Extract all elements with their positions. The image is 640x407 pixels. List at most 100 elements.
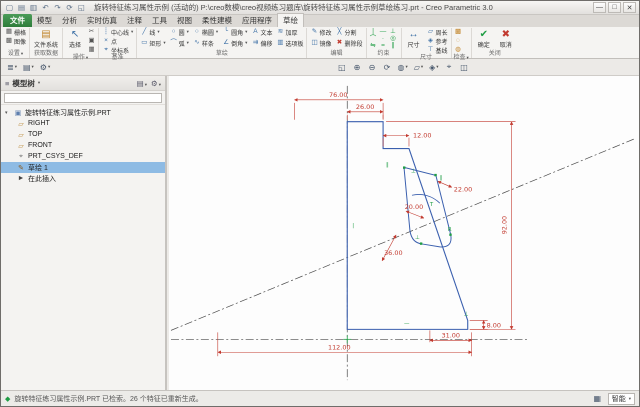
perimeter-dimension-button[interactable]: ▱ 周长 [426, 28, 449, 37]
redo-icon[interactable]: ↷ [52, 2, 63, 13]
dim-76[interactable]: 76.00 [329, 91, 348, 99]
csys-button[interactable]: ⌖ 坐标系 [101, 46, 134, 55]
tab-file[interactable]: 文件 [3, 14, 32, 27]
divide-button[interactable]: ╳ 分割 [334, 28, 363, 37]
spin-center-icon[interactable]: ⌖ [443, 61, 456, 74]
palette-button[interactable]: ▥ 选项板 [275, 39, 304, 48]
tab-annotate[interactable]: 注释 [122, 14, 147, 27]
repaint-icon[interactable]: ⟳ [380, 61, 393, 74]
open-ends-button[interactable]: ◌ [454, 37, 463, 45]
zoom-in-icon[interactable]: ⊕ [350, 61, 363, 74]
chamfer-button[interactable]: ∠ 倒角 ▾ [221, 39, 248, 48]
baseline-dimension-button[interactable]: ⊤ 基线 [426, 46, 449, 55]
open-file-icon[interactable]: ▤ [16, 2, 27, 13]
tree-item-sketch[interactable]: ✎ 草绘 1 [1, 162, 165, 173]
expander-icon[interactable]: ▾ [5, 110, 11, 116]
offset-button[interactable]: ⇉ 偏移 [250, 39, 273, 48]
tree-item-right[interactable]: ▱ RIGHT [1, 118, 165, 129]
reference-dimension-button[interactable]: ◈ 参考 [426, 37, 449, 46]
dim-8[interactable]: 8.00 [487, 321, 501, 329]
delete-segment-button[interactable]: ✖ 删除段 [334, 39, 363, 48]
tab-analysis[interactable]: 分析 [57, 14, 82, 27]
dim-22[interactable]: 22.00 [454, 185, 473, 193]
vertex-marker[interactable] [449, 233, 452, 236]
constraint-symbol[interactable]: — [404, 320, 410, 326]
ellipse-button[interactable]: ○ 椭圆 ▾ [192, 28, 219, 37]
dim-36[interactable]: 36.00 [384, 249, 403, 257]
refit-icon[interactable]: ◱ [335, 61, 348, 74]
modify-button[interactable]: ✎ 修改 [309, 28, 332, 37]
tree-item-csys[interactable]: ⌖ PRT_CSYS_DEF [1, 151, 165, 162]
fillet-button[interactable]: ╰ 圆角 ▾ [221, 28, 248, 37]
dim-12[interactable]: 12.00 [413, 132, 432, 140]
tab-flexible-modeling[interactable]: 柔性建模 [197, 14, 237, 27]
view-manager-icon[interactable]: ◫ [458, 61, 471, 74]
shade-closed-loops-button[interactable]: ◍ [454, 46, 463, 54]
vertex-marker[interactable] [403, 166, 406, 169]
dim-112[interactable]: 112.00 [328, 343, 351, 351]
cancel-button[interactable]: ✖ 取消 [496, 28, 516, 50]
equal-constraint-button[interactable]: = [379, 42, 388, 50]
tab-view[interactable]: 视图 [172, 14, 197, 27]
paste-button[interactable]: ▦ [87, 46, 96, 54]
dim-20[interactable]: 20.00 [405, 203, 424, 211]
point-button[interactable]: × 点 [101, 37, 134, 46]
tree-item-front[interactable]: ▱ FRONT [1, 140, 165, 151]
constraint-symbol[interactable]: | [352, 223, 354, 229]
tree-item-root[interactable]: ▾ ▣ 旋转特征练习属性示例.PRT [1, 107, 165, 118]
constraint-symbol[interactable]: ⊥ [464, 311, 469, 317]
constraint-symbol[interactable]: ⊥ [415, 235, 420, 241]
display-style-icon[interactable]: ◍ ▾ [395, 61, 409, 74]
sketch-canvas[interactable]: 76.00 26.00 12.00 22.00 20.00 36.00 92.0… [169, 76, 639, 390]
symmetric-constraint-button[interactable]: ⇋ [369, 42, 378, 50]
dim-31[interactable]: 31.00 [442, 331, 461, 339]
dim-line-22[interactable] [437, 180, 453, 188]
select-items-icon[interactable]: ▦ [591, 392, 604, 405]
dim-92[interactable]: 92.00 [501, 216, 509, 234]
constraint-symbol[interactable]: T [429, 202, 434, 208]
selection-filter[interactable]: 智能 ▾ [607, 392, 635, 405]
mirror-button[interactable]: ◫ 镜像 [309, 39, 332, 48]
tab-live-sim[interactable]: 实时仿真 [82, 14, 122, 27]
model-tree-filter-input[interactable] [4, 92, 162, 103]
select-button[interactable]: ↖ 选择 [65, 28, 85, 50]
grid-settings-button[interactable]: ▦ 栅格 [4, 28, 27, 37]
file-system-button[interactable]: ▤ 文件系统 [32, 28, 60, 50]
tree-settings-icon[interactable]: ⚙▾ [150, 79, 162, 88]
text-button[interactable]: A 文本 [250, 28, 273, 37]
new-file-icon[interactable]: ▢ [4, 2, 15, 13]
constraint-symbol[interactable]: ⊥ [411, 168, 416, 174]
image-button[interactable]: ▩ 图像 [4, 37, 27, 46]
annotation-display-icon[interactable]: ◈ ▾ [427, 61, 440, 74]
line-button[interactable]: ╱ 线 ▾ [139, 28, 166, 37]
vertex-marker[interactable] [434, 173, 437, 177]
panel-show-icon[interactable]: ▤ ▾ [21, 61, 36, 74]
tree-item-insert-here[interactable]: ► 在此插入 [1, 173, 165, 184]
spline-button[interactable]: ∿ 样条 [192, 39, 219, 48]
constraint-symbol[interactable]: ∥ [440, 174, 443, 181]
maximize-button[interactable]: □ [608, 2, 621, 13]
constraint-symbol[interactable]: ∥ [386, 161, 389, 168]
zoom-out-icon[interactable]: ⊖ [365, 61, 378, 74]
thicken-button[interactable]: ≋ 加厚 [275, 28, 304, 37]
tab-applications[interactable]: 应用程序 [237, 14, 277, 27]
tab-tools[interactable]: 工具 [147, 14, 172, 27]
window-icon[interactable]: ◱ [76, 2, 87, 13]
tree-filters-icon[interactable]: ▤▾ [136, 79, 148, 88]
close-button[interactable]: ✕ [623, 2, 636, 13]
dim-26[interactable]: 26.00 [356, 103, 375, 111]
overlapping-geometry-button[interactable]: ▩ [454, 28, 463, 36]
vertex-marker[interactable] [419, 242, 423, 245]
sketch-profile[interactable] [346, 121, 469, 330]
parallel-constraint-button[interactable]: ∥ [389, 42, 398, 50]
dimension-button[interactable]: ↔ 尺寸 [404, 28, 424, 50]
tab-sketch[interactable]: 草绘 [277, 13, 304, 27]
datum-display-icon[interactable]: ▱ ▾ [412, 61, 425, 74]
rectangle-button[interactable]: ▭ 矩形 ▾ [139, 39, 166, 48]
graphics-area[interactable]: 76.00 26.00 12.00 22.00 20.00 36.00 92.0… [169, 76, 639, 390]
constraint-symbol[interactable]: R [448, 227, 452, 233]
undo-icon[interactable]: ↶ [40, 2, 51, 13]
minimize-button[interactable]: — [593, 2, 606, 13]
tree-item-top[interactable]: ▱ TOP [1, 129, 165, 140]
circle-button[interactable]: ○ 圆 ▾ [169, 28, 190, 37]
